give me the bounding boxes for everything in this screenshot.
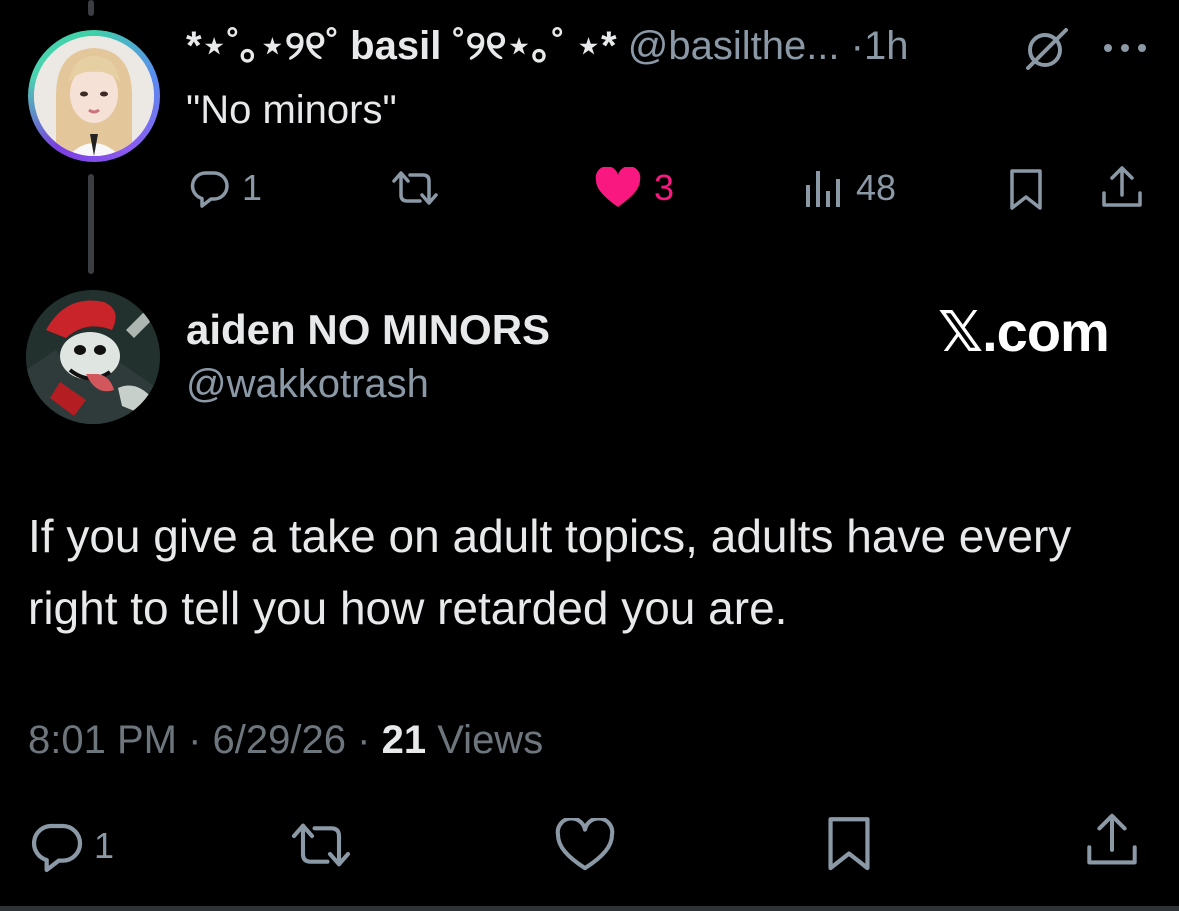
avatar[interactable] (26, 290, 160, 424)
tweet-meta: 8:01 PM · 6/29/26 · 21 Views (28, 716, 543, 764)
reply-time[interactable]: 1h (864, 24, 909, 68)
reply-reply-button[interactable]: 1 (188, 167, 262, 209)
x-logo: 𝕏.com (938, 300, 1110, 363)
more-dots-icon[interactable] (1100, 40, 1150, 56)
reply-retweet-button[interactable] (388, 167, 442, 209)
reply-share-button[interactable] (1100, 165, 1144, 211)
views-chart-icon (806, 171, 840, 207)
retweet-button[interactable] (286, 818, 356, 872)
bookmark-button[interactable] (822, 814, 876, 872)
reply-bubble-icon (190, 171, 229, 208)
author-handle[interactable]: @wakkotrash (186, 360, 429, 408)
like-button[interactable] (554, 818, 616, 872)
separator-dot: · (850, 24, 864, 68)
share-icon (1087, 813, 1137, 865)
reply-count: 1 (242, 167, 263, 208)
reply-text: "No minors" (186, 88, 397, 132)
reply-views-button[interactable]: 48 (802, 167, 896, 209)
reply-bookmark-button[interactable] (1006, 167, 1046, 211)
tweet-text: If you give a take on adult topics, adul… (28, 510, 1072, 634)
retweet-icon (291, 823, 351, 867)
avatar[interactable] (28, 30, 160, 162)
heart-icon (555, 818, 615, 871)
separator-dot: · (188, 718, 202, 762)
reply-bubble-icon (31, 823, 83, 873)
tweet-date[interactable]: 6/29/26 (213, 718, 346, 762)
reply-display-name[interactable]: *⋆˚｡⋆୨୧˚ basil ˚୨୧⋆｡˚ ⋆* (186, 24, 617, 68)
separator-dot: · (357, 718, 371, 762)
views-count: 48 (856, 167, 897, 208)
views-label: Views (437, 718, 544, 762)
grok-icon[interactable] (1022, 26, 1072, 72)
author-display-name[interactable]: aiden NO MINORS (186, 305, 550, 355)
bookmark-icon (1010, 169, 1042, 210)
reply-button[interactable]: 1 (28, 818, 114, 874)
share-icon (1102, 166, 1142, 207)
bookmark-icon (828, 817, 870, 871)
reply-count: 1 (94, 825, 115, 866)
heart-icon (595, 167, 641, 207)
retweet-icon (392, 171, 438, 205)
reply-handle[interactable]: @basilthe... (628, 24, 840, 68)
thread-line-top (88, 0, 94, 16)
tweet-time[interactable]: 8:01 PM (28, 718, 177, 762)
thread-line-bottom (88, 174, 94, 274)
reply-like-button[interactable]: 3 (594, 167, 674, 209)
like-count: 3 (654, 167, 675, 208)
divider (0, 906, 1179, 911)
views-count: 21 (381, 718, 427, 762)
reply-author-line[interactable]: *⋆˚｡⋆୨୧˚ basil ˚୨୧⋆｡˚ ⋆* @basilthe... ·1… (186, 22, 909, 70)
share-button[interactable] (1084, 812, 1140, 870)
